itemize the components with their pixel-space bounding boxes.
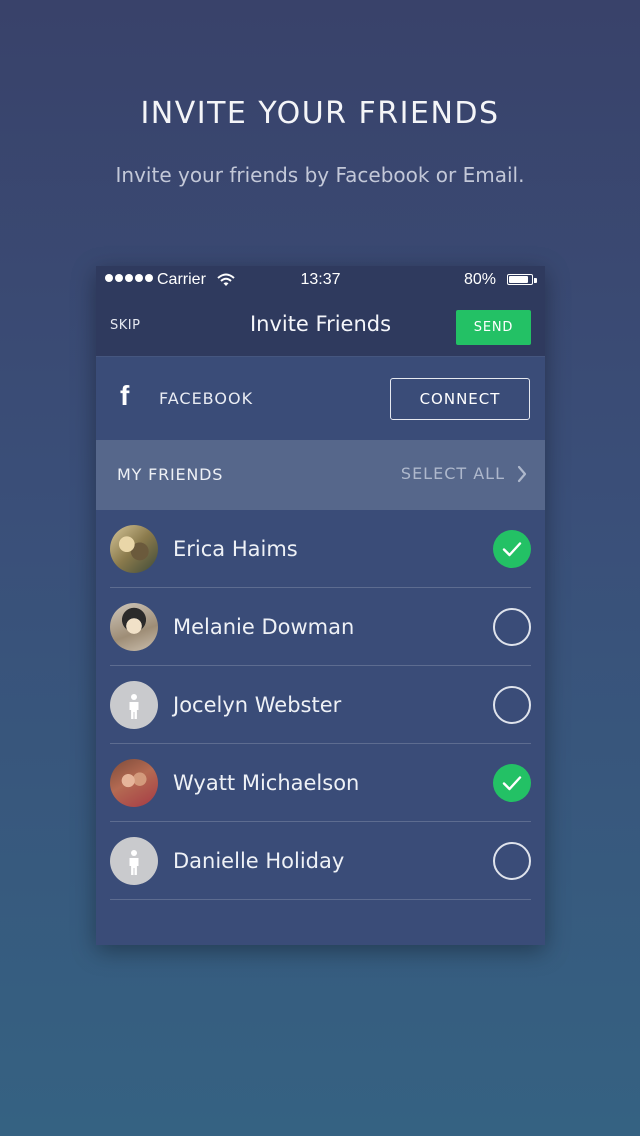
checkmark-icon [502, 542, 522, 557]
friend-row[interactable]: Melanie Dowman [110, 588, 531, 666]
unselected-checkbox[interactable] [493, 608, 531, 646]
select-all-label: SELECT ALL [400, 464, 505, 483]
avatar [110, 525, 158, 573]
skip-button[interactable]: SKIP [110, 318, 140, 333]
facebook-row: f FACEBOOK CONNECT [96, 356, 545, 441]
avatar [110, 759, 158, 807]
unselected-checkbox[interactable] [493, 842, 531, 880]
checkmark-icon [502, 776, 522, 791]
facebook-label: FACEBOOK [159, 389, 254, 408]
battery-icon [507, 274, 533, 285]
navigation-bar: SKIP Invite Friends SEND [96, 296, 545, 356]
person-icon [110, 837, 158, 885]
send-button[interactable]: SEND [456, 310, 531, 345]
page-title: INVITE YOUR FRIENDS [140, 96, 500, 131]
connect-button[interactable]: CONNECT [390, 378, 530, 420]
friends-section-header: MY FRIENDS SELECT ALL [96, 440, 545, 510]
status-bar: Carrier 13:37 80% [96, 266, 545, 296]
select-all-button[interactable]: SELECT ALL [401, 464, 527, 483]
friend-row[interactable]: Wyatt Michaelson [110, 744, 531, 822]
battery-level-fill [509, 276, 529, 283]
friend-name: Wyatt Michaelson [173, 771, 360, 795]
facebook-icon: f [120, 380, 130, 411]
selected-checkbox[interactable] [493, 764, 531, 802]
friend-name: Danielle Holiday [173, 849, 345, 873]
friend-row[interactable]: Danielle Holiday [110, 822, 531, 900]
battery-percentage: 80% [463, 271, 496, 288]
selected-checkbox[interactable] [493, 530, 531, 568]
battery-tip [534, 278, 537, 283]
friends-list: Erica Haims Melanie Dowman Jocelyn Webster… [96, 510, 545, 900]
chevron-right-icon [517, 465, 527, 482]
person-icon [110, 681, 158, 729]
unselected-checkbox[interactable] [493, 686, 531, 724]
friend-name: Melanie Dowman [173, 615, 355, 639]
friends-section-title: MY FRIENDS [117, 465, 224, 484]
friend-name: Jocelyn Webster [173, 693, 342, 717]
friend-name: Erica Haims [173, 537, 298, 561]
phone-screen: Carrier 13:37 80% SKIP Invite Friends SE… [96, 266, 545, 945]
avatar [110, 603, 158, 651]
friend-row[interactable]: Erica Haims [110, 510, 531, 588]
friend-row[interactable]: Jocelyn Webster [110, 666, 531, 744]
page-subtitle: Invite your friends by Facebook or Email… [115, 163, 525, 187]
